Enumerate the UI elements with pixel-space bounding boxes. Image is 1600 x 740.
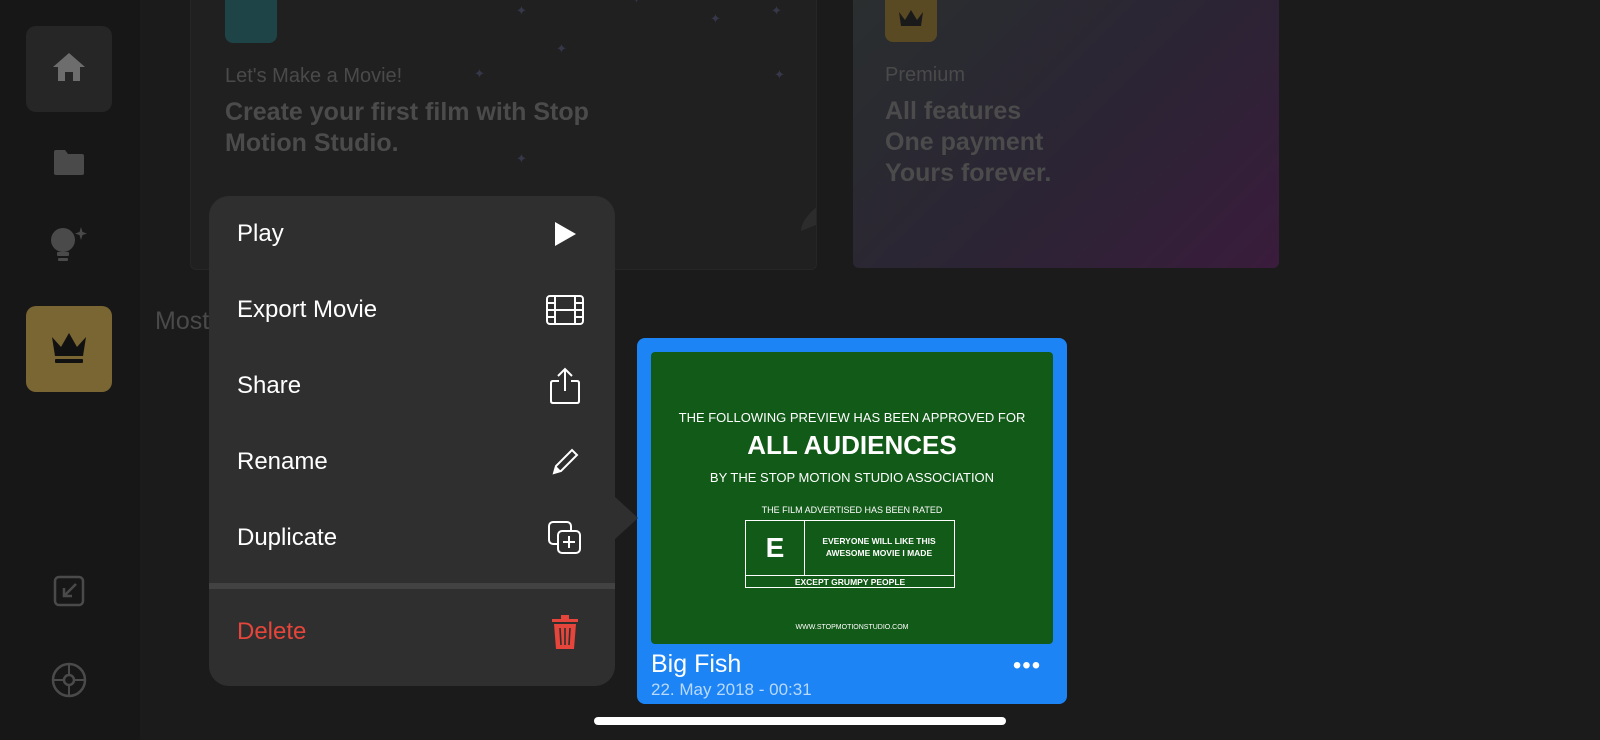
share-icon: [545, 366, 585, 406]
sidebar-item-home[interactable]: [26, 26, 112, 112]
lightbulb-sparkle-icon: [47, 225, 91, 270]
star-decoration: ✦: [771, 3, 782, 18]
film-icon: [545, 290, 585, 330]
thumb-line3: BY THE STOP MOTION STUDIO ASSOCIATION: [709, 470, 995, 485]
project-date: 22. May 2018 - 00:31: [651, 680, 812, 699]
sidebar-item-import[interactable]: [44, 568, 94, 618]
section-label: Most: [155, 307, 210, 335]
rating-description: EVERYONE WILL LIKE THIS AWESOME MOVIE I …: [822, 536, 936, 558]
rating-footnote: EXCEPT GRUMPY PEOPLE: [746, 575, 954, 588]
project-thumbnail: THE FOLLOWING PREVIEW HAS BEEN APPROVED …: [651, 352, 1053, 644]
menu-item-label: Rename: [237, 448, 328, 475]
duplicate-icon: [545, 518, 585, 558]
star-decoration: ✦: [774, 67, 785, 82]
premium-line: All features: [885, 97, 1022, 125]
trash-icon: [545, 612, 585, 652]
premium-card[interactable]: Premium All features One payment Yours f…: [853, 0, 1279, 268]
import-icon: [52, 574, 86, 613]
star-decoration: ✦: [474, 66, 485, 81]
star-decoration: ✦: [631, 0, 642, 7]
menu-item-duplicate[interactable]: Duplicate: [209, 500, 615, 576]
sidebar-item-settings[interactable]: [44, 657, 94, 707]
thumb-line1: THE FOLLOWING PREVIEW HAS BEEN APPROVED …: [678, 410, 1026, 425]
card-kicker: Premium: [885, 64, 966, 86]
menu-pointer: [614, 496, 638, 540]
rating-box: E EVERYONE WILL LIKE THIS AWESOME MOVIE …: [745, 520, 955, 588]
menu-item-share[interactable]: Share: [209, 348, 615, 424]
more-options-button[interactable]: •••: [1007, 652, 1047, 679]
sidebar-item-projects[interactable]: [44, 139, 94, 189]
menu-item-label: Delete: [237, 618, 307, 645]
rocket-illustration: [801, 207, 816, 231]
project-title: Big Fish: [651, 650, 742, 678]
thumb-line4: THE FILM ADVERTISED HAS BEEN RATED: [761, 505, 943, 515]
movie-camera-icon: [225, 0, 277, 43]
context-menu: Play Export Movie Share Rename Duplicate…: [209, 196, 615, 686]
home-indicator[interactable]: [594, 717, 1006, 725]
rating-letter: E: [746, 521, 805, 575]
premium-line: One payment: [885, 128, 1044, 156]
card-title: Create your first film with Stop Motion …: [225, 98, 589, 157]
menu-item-label: Share: [237, 372, 302, 399]
folder-icon: [52, 148, 86, 181]
menu-item-delete[interactable]: Delete: [209, 594, 615, 670]
menu-separator: [209, 583, 615, 589]
home-icon: [52, 51, 86, 88]
star-decoration: ✦: [516, 151, 527, 166]
menu-item-rename[interactable]: Rename: [209, 424, 615, 500]
sidebar-item-ideas[interactable]: [44, 222, 94, 272]
star-decoration: ✦: [710, 11, 721, 26]
thumb-url: WWW.STOPMOTIONSTUDIO.COM: [795, 624, 909, 631]
menu-item-label: Duplicate: [237, 524, 338, 551]
star-decoration: ✦: [556, 41, 567, 56]
menu-item-export-movie[interactable]: Export Movie: [209, 272, 615, 348]
settings-icon: [50, 661, 88, 704]
sidebar-item-premium[interactable]: [26, 306, 112, 392]
menu-item-label: Play: [237, 220, 284, 247]
card-title: All features One payment Yours forever.: [885, 96, 1185, 189]
crown-icon: [885, 0, 937, 42]
sidebar: [0, 0, 140, 740]
card-kicker: Let's Make a Movie!: [225, 65, 403, 87]
menu-item-label: Export Movie: [237, 296, 378, 323]
star-decoration: ✦: [516, 3, 527, 18]
menu-item-play[interactable]: Play: [209, 196, 615, 272]
premium-line: Yours forever.: [885, 159, 1052, 187]
crown-icon: [49, 329, 89, 370]
play-icon: [545, 214, 585, 254]
thumb-line2: ALL AUDIENCES: [747, 430, 957, 460]
project-tile[interactable]: THE FOLLOWING PREVIEW HAS BEEN APPROVED …: [637, 338, 1067, 704]
pencil-icon: [545, 442, 585, 482]
